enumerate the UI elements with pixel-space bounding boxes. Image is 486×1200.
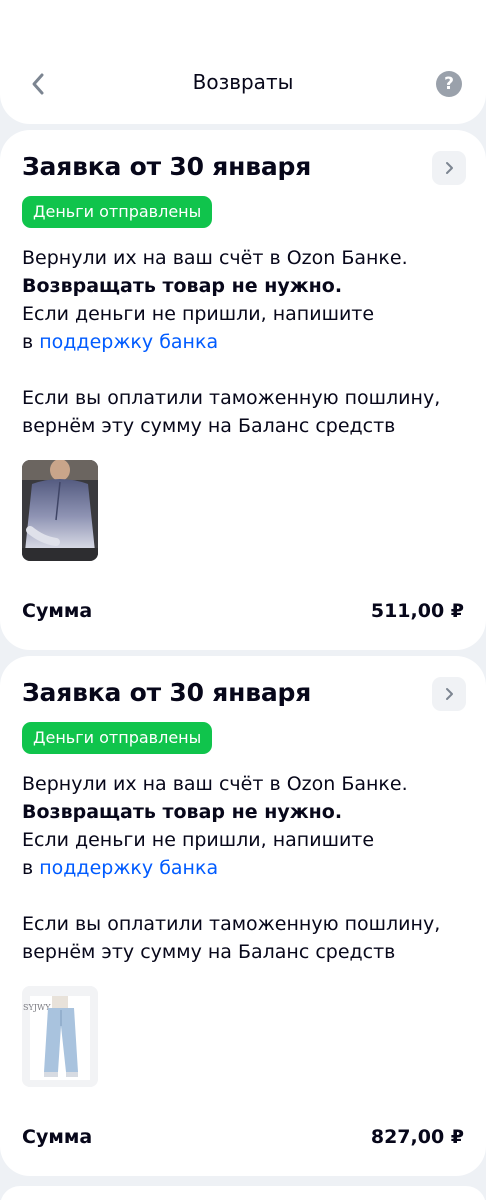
bank-support-link[interactable]: поддержку банка: [39, 331, 218, 353]
contact-info-line: Если деньги не пришли, напишите: [22, 303, 375, 325]
page-title: Возвраты: [192, 70, 294, 94]
help-icon[interactable]: ?: [436, 71, 462, 97]
sum-value: 827,00 ₽: [370, 1126, 464, 1148]
chevron-right-icon: [446, 162, 453, 174]
refund-info-line: Вернули их на ваш счёт в Ozon Банке.: [22, 773, 408, 795]
support-prefix: в: [22, 857, 34, 879]
status-badge: Деньги отправлены: [22, 722, 213, 754]
balance-info-line: вернём эту сумму на Баланс средств: [22, 941, 396, 963]
sum-value: 511,00 ₽: [370, 600, 464, 622]
support-line: в поддержку банка: [22, 854, 472, 882]
balance-info-line: вернём эту сумму на Баланс средств: [22, 415, 396, 437]
blouse-image: [22, 460, 98, 561]
no-return-needed-text: Возвращать товар не нужно.: [22, 801, 343, 823]
status-badge: Деньги отправлены: [22, 196, 213, 228]
open-return-button[interactable]: [432, 677, 466, 711]
customs-info-line: Если вы оплатили таможенную пошлину,: [22, 387, 441, 409]
sum-label: Сумма: [22, 600, 93, 622]
support-prefix: в: [22, 331, 34, 353]
support-line: в поддержку банка: [22, 328, 472, 356]
return-card[interactable]: Заявка от 30 января Деньги отправлены Ве…: [0, 656, 486, 1176]
refund-info-line: Вернули их на ваш счёт в Ozon Банке.: [22, 247, 408, 269]
return-card[interactable]: Заявка от 30 января Деньги отправлены Ве…: [0, 130, 486, 650]
product-image-jeans[interactable]: SYJWY: [22, 986, 98, 1087]
product-image-blouse[interactable]: [22, 460, 98, 561]
open-return-button[interactable]: [432, 151, 466, 185]
chevron-right-icon: [446, 688, 453, 700]
customs-info-line: Если вы оплатили таможенную пошлину,: [22, 913, 441, 935]
sum-label: Сумма: [22, 1126, 93, 1148]
bank-support-link[interactable]: поддержку банка: [39, 857, 218, 879]
no-return-needed-text: Возвращать товар не нужно.: [22, 275, 343, 297]
brand-label: SYJWY: [23, 1003, 51, 1012]
return-title: Заявка от 30 января: [22, 152, 312, 181]
return-card-next[interactable]: [0, 1186, 486, 1200]
jeans-image: SYJWY: [22, 986, 98, 1087]
top-bar: Возвраты ?: [0, 0, 486, 124]
return-title: Заявка от 30 января: [22, 678, 312, 707]
contact-info-line: Если деньги не пришли, напишите: [22, 829, 375, 851]
